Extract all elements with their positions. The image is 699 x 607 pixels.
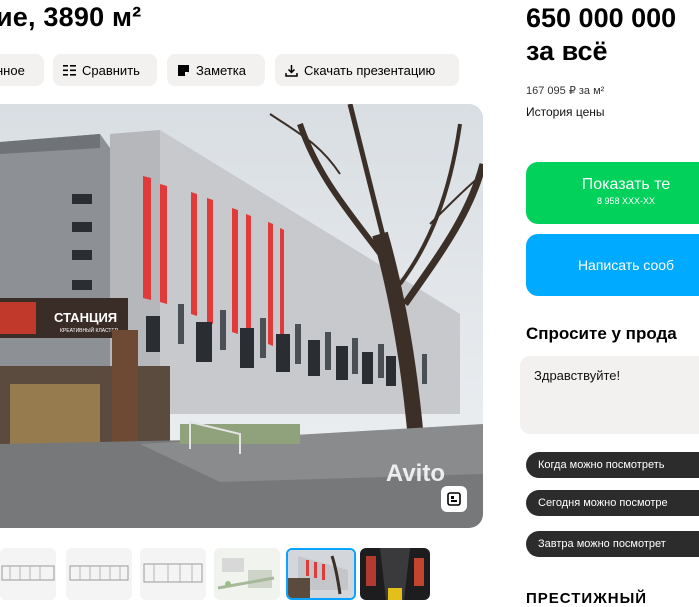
quick-question-chip[interactable]: Сегодня можно посмотре	[526, 490, 699, 516]
thumbnail-floor-plan-2[interactable]	[66, 548, 132, 600]
favorite-button[interactable]: нное	[0, 54, 44, 86]
thumbnail-floor-plan-1[interactable]	[0, 548, 56, 600]
quick-question-text: Когда можно посмотреть	[538, 459, 665, 471]
ask-message-text: Здравствуйте!	[534, 368, 621, 383]
download-icon	[285, 64, 298, 77]
sign-subtext: КРЕАТИВНЫЙ КЛАСТЕР	[60, 326, 119, 334]
compare-icon	[63, 64, 76, 77]
quick-question-text: Сегодня можно посмотре	[538, 497, 668, 509]
sign-text: СТАНЦИЯ	[54, 310, 117, 325]
gallery-icon	[447, 492, 461, 506]
quick-question-chip[interactable]: Завтра можно посмотрет	[526, 531, 699, 557]
thumbnail-interior-photo[interactable]	[360, 548, 430, 600]
thumbnail-building-photo-active[interactable]	[286, 548, 356, 600]
section-heading: ПРЕСТИЖНЫЙ	[526, 590, 648, 607]
action-label-compare: Сравнить	[82, 62, 140, 78]
show-phone-label: Показать те	[581, 176, 671, 193]
avito-watermark: Avito	[385, 460, 445, 487]
action-label-note: Заметка	[196, 62, 246, 78]
price-amount: 650 000 000	[526, 3, 677, 33]
thumbnail-floor-plan-3[interactable]	[140, 548, 206, 600]
show-phone-button[interactable]: Показать те 8 958 XXX-XX	[526, 162, 699, 224]
compare-button[interactable]: Сравнить	[53, 54, 157, 86]
thumbnail-site-plan[interactable]	[214, 548, 280, 600]
gallery-button[interactable]	[441, 486, 467, 512]
action-label-download: Скачать презентацию	[304, 62, 436, 78]
listing-title: ие, 3890 м²	[0, 2, 142, 32]
write-message-label: Написать сооб	[577, 257, 675, 273]
action-label-favorite: нное	[0, 62, 25, 78]
note-button[interactable]: Заметка	[167, 54, 265, 86]
download-presentation-button[interactable]: Скачать презентацию	[275, 54, 459, 86]
price: 650 000 000 за всё	[526, 2, 676, 68]
price-history-link[interactable]: История цены	[526, 105, 605, 119]
main-photo[interactable]: СТАНЦИЯ КРЕАТИВНЫЙ КЛАСТЕР Avito	[0, 104, 483, 528]
price-unit: за всё	[526, 36, 608, 66]
ask-message-input[interactable]: Здравствуйте!	[520, 356, 699, 434]
phone-number-masked: 8 958 XXX-XX	[596, 196, 656, 206]
quick-question-chip[interactable]: Когда можно посмотреть	[526, 452, 699, 478]
quick-question-text: Завтра можно посмотрет	[538, 538, 666, 550]
write-message-button[interactable]: Написать сооб	[526, 234, 699, 296]
ask-seller-title: Спросите у прода	[526, 324, 677, 343]
price-per-m2: 167 095 ₽ за м²	[526, 85, 605, 97]
note-icon	[177, 64, 190, 77]
